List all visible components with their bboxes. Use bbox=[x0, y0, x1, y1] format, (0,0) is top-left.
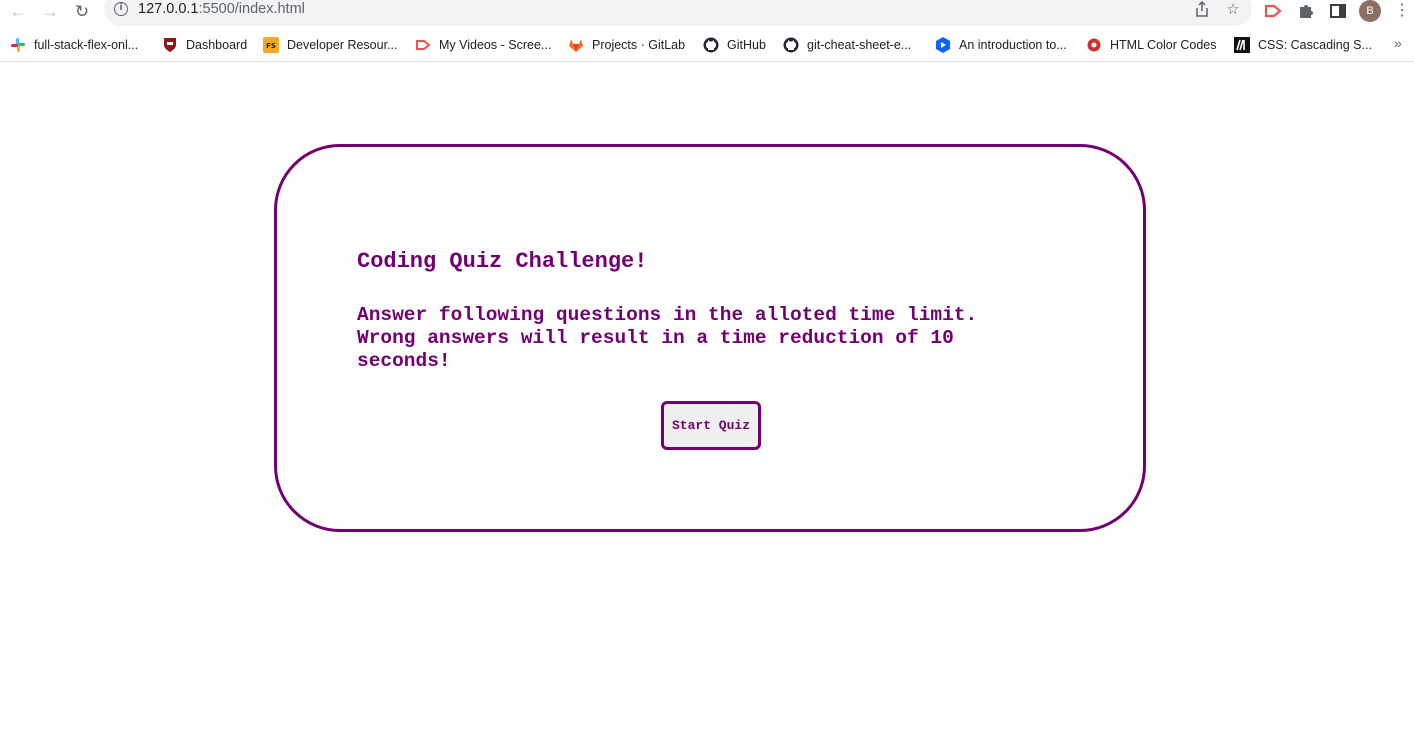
url-host: 127.0.0.1 bbox=[138, 1, 199, 17]
bookmark-label: An introduction to... bbox=[959, 38, 1067, 52]
bookmark-label: My Videos - Scree... bbox=[439, 38, 552, 52]
bookmark-item[interactable]: full-stack-flex-onl... bbox=[10, 35, 138, 55]
address-bar[interactable]: i 127.0.0.1:5500/index.html ☆ bbox=[104, 0, 1252, 26]
bookmark-label: Projects · GitLab bbox=[592, 38, 686, 52]
svg-text:FS: FS bbox=[266, 42, 276, 50]
quiz-title: Coding Quiz Challenge! bbox=[357, 249, 648, 274]
bookmark-label: full-stack-flex-onl... bbox=[34, 38, 139, 52]
star-icon[interactable]: ☆ bbox=[1224, 1, 1242, 19]
bookmark-label: Developer Resour... bbox=[287, 38, 398, 52]
bookmark-label: HTML Color Codes bbox=[1110, 38, 1217, 52]
bookmark-item[interactable]: HTML Color Codes bbox=[1086, 35, 1217, 55]
side-panel-icon[interactable] bbox=[1327, 0, 1349, 22]
share-icon[interactable] bbox=[1193, 0, 1211, 19]
reload-icon[interactable]: ↻ bbox=[72, 1, 92, 21]
bookmarks-bar: full-stack-flex-onl... Dashboard FS Deve… bbox=[0, 31, 1414, 62]
bookmark-item[interactable]: My Videos - Scree... bbox=[415, 35, 551, 55]
play-icon bbox=[935, 37, 951, 53]
bookmark-label: GitHub bbox=[727, 38, 766, 52]
back-arrow-icon[interactable]: ← bbox=[8, 1, 28, 21]
browser-toolbar: ← → ↻ i 127.0.0.1:5500/index.html ☆ B ⋮ bbox=[0, 0, 1414, 28]
kebab-menu-icon[interactable]: ⋮ bbox=[1394, 1, 1410, 21]
quiz-intro-card: Coding Quiz Challenge! Answer following … bbox=[274, 144, 1146, 532]
bookmark-item[interactable]: GitHub bbox=[703, 35, 766, 55]
url-text[interactable]: 127.0.0.1:5500/index.html bbox=[138, 1, 305, 17]
url-path: :5500/index.html bbox=[198, 1, 305, 17]
bookmarks-overflow-chevron-icon[interactable]: » bbox=[1394, 35, 1402, 51]
bookmark-item[interactable]: Dashboard bbox=[162, 35, 247, 55]
bookmark-item[interactable]: Projects · GitLab bbox=[568, 35, 685, 55]
start-quiz-button[interactable]: Start Quiz bbox=[661, 401, 761, 450]
fs-icon: FS bbox=[263, 37, 279, 53]
slack-icon bbox=[10, 37, 26, 53]
color-icon bbox=[1086, 37, 1102, 53]
bookmark-item[interactable]: CSS: Cascading S... bbox=[1234, 35, 1372, 55]
quiz-instructions: Answer following questions in the allote… bbox=[357, 304, 978, 372]
bookmark-item[interactable]: An introduction to... bbox=[935, 35, 1067, 55]
shield-icon bbox=[162, 37, 178, 53]
mdn-icon bbox=[1234, 37, 1250, 53]
bookmark-label: git-cheat-sheet-e... bbox=[807, 38, 912, 52]
screencastify-icon bbox=[415, 37, 431, 53]
github-icon bbox=[783, 37, 799, 53]
bookmark-item[interactable]: FS Developer Resour... bbox=[263, 35, 397, 55]
screencastify-icon[interactable] bbox=[1262, 0, 1284, 22]
info-icon[interactable]: i bbox=[114, 2, 128, 16]
puzzle-icon[interactable] bbox=[1295, 0, 1317, 22]
gitlab-icon bbox=[568, 37, 584, 53]
bookmark-label: CSS: Cascading S... bbox=[1258, 38, 1372, 52]
profile-avatar[interactable]: B bbox=[1359, 0, 1381, 22]
bookmark-item[interactable]: git-cheat-sheet-e... bbox=[783, 35, 911, 55]
bookmark-label: Dashboard bbox=[186, 38, 248, 52]
github-icon bbox=[703, 37, 719, 53]
forward-arrow-icon[interactable]: → bbox=[40, 1, 60, 21]
